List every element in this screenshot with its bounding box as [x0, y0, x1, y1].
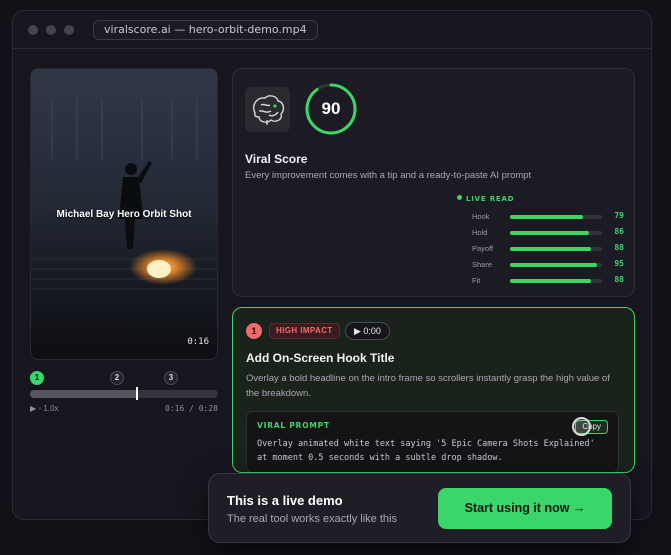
- live-dot-icon: [457, 195, 462, 200]
- score-value: 90: [321, 99, 341, 118]
- impact-badge: HIGH IMPACT: [269, 323, 340, 339]
- live-demo-toast: This is a live demo The real tool works …: [208, 473, 631, 543]
- brain-icon: [253, 95, 285, 125]
- toast-subtitle: The real tool works exactly like this: [227, 513, 397, 525]
- metric-bar-fill: [510, 231, 590, 235]
- tip-title: Add On-Screen Hook Title: [246, 351, 395, 365]
- metric-bar-track: [510, 279, 602, 283]
- metric-value: 88: [614, 275, 624, 284]
- metric-value: 86: [614, 227, 624, 236]
- viral-prompt-label: VIRAL PROMPT: [257, 421, 330, 430]
- score-subtitle: Every improvement comes with a tip and a…: [245, 170, 532, 181]
- timeline-marker-3[interactable]: 3: [164, 371, 178, 385]
- app-window: viralscore.ai — hero-orbit-demo.mp4 Mich…: [12, 10, 652, 520]
- cursor-highlight: [572, 417, 591, 436]
- timeline-progress-fill: [30, 390, 138, 398]
- score-title: Viral Score: [245, 152, 308, 166]
- metric-label: Hold: [472, 228, 488, 237]
- video-timestamp: 0:16: [187, 337, 209, 347]
- time-counter: 0:16 / 0:28: [165, 404, 218, 413]
- live-read-text: LIVE READ: [466, 195, 515, 203]
- metric-value: 88: [614, 243, 624, 252]
- window-close-dot[interactable]: [28, 25, 38, 35]
- timeline-marker-1[interactable]: 1: [30, 371, 44, 385]
- metric-value: 79: [614, 211, 624, 220]
- timeline: 1 2 3 ▶ ◦ 1.0x 0:16 / 0:28: [30, 371, 218, 416]
- playback-speed-label[interactable]: ▶ ◦ 1.0x: [30, 404, 59, 413]
- metric-row-payoff: Payoff 88: [472, 243, 624, 255]
- metric-row-hook: Hook 79: [472, 211, 624, 223]
- window-maximize-dot[interactable]: [64, 25, 74, 35]
- video-preview[interactable]: Michael Bay Hero Orbit Shot 0:16: [30, 68, 218, 360]
- tip-card: 1 HIGH IMPACT ▶ 0:00 Add On-Screen Hook …: [232, 307, 635, 473]
- live-read-label: LIVE READ: [457, 195, 514, 203]
- metric-label: Share: [472, 260, 493, 269]
- metric-bar-fill: [510, 279, 591, 283]
- metric-row-share: Share 95: [472, 259, 624, 271]
- metric-bar-track: [510, 263, 602, 267]
- timeline-playhead[interactable]: [136, 387, 139, 400]
- window-minimize-dot[interactable]: [46, 25, 56, 35]
- tip-number-badge: 1: [246, 323, 262, 339]
- metric-bar-track: [510, 231, 602, 235]
- metric-bar-fill: [510, 215, 583, 219]
- viral-prompt-text: Overlay animated white text saying '5 Ep…: [257, 439, 595, 463]
- tip-description: Overlay a bold headline on the intro fra…: [246, 373, 610, 399]
- video-caption: Michael Bay Hero Orbit Shot: [56, 209, 192, 220]
- metric-row-hold: Hold 86: [472, 227, 624, 239]
- start-using-button[interactable]: Start using it now →: [438, 488, 612, 529]
- tip-time-button[interactable]: ▶ 0:00: [345, 322, 390, 340]
- metric-row-fit: Fit 88: [472, 275, 624, 287]
- toast-title: This is a live demo: [227, 493, 343, 508]
- metric-bar-track: [510, 215, 602, 219]
- metric-value: 95: [614, 259, 624, 268]
- title-bar: viralscore.ai — hero-orbit-demo.mp4: [13, 11, 651, 49]
- url-pill: viralscore.ai — hero-orbit-demo.mp4: [93, 20, 318, 40]
- viral-score-card: 90 Viral Score Every improvement comes w…: [232, 68, 635, 297]
- metric-label: Hook: [472, 212, 490, 221]
- metric-label: Payoff: [472, 244, 494, 253]
- timeline-track[interactable]: [30, 390, 218, 398]
- metric-bar-fill: [510, 263, 598, 267]
- brain-thumbnail: [245, 87, 290, 132]
- metric-bar-track: [510, 247, 602, 251]
- viral-prompt-box: VIRAL PROMPT Copy Overlay animated white…: [246, 411, 619, 472]
- metric-label: Fit: [472, 276, 481, 285]
- timeline-marker-2[interactable]: 2: [110, 371, 124, 385]
- metric-bar-fill: [510, 247, 591, 251]
